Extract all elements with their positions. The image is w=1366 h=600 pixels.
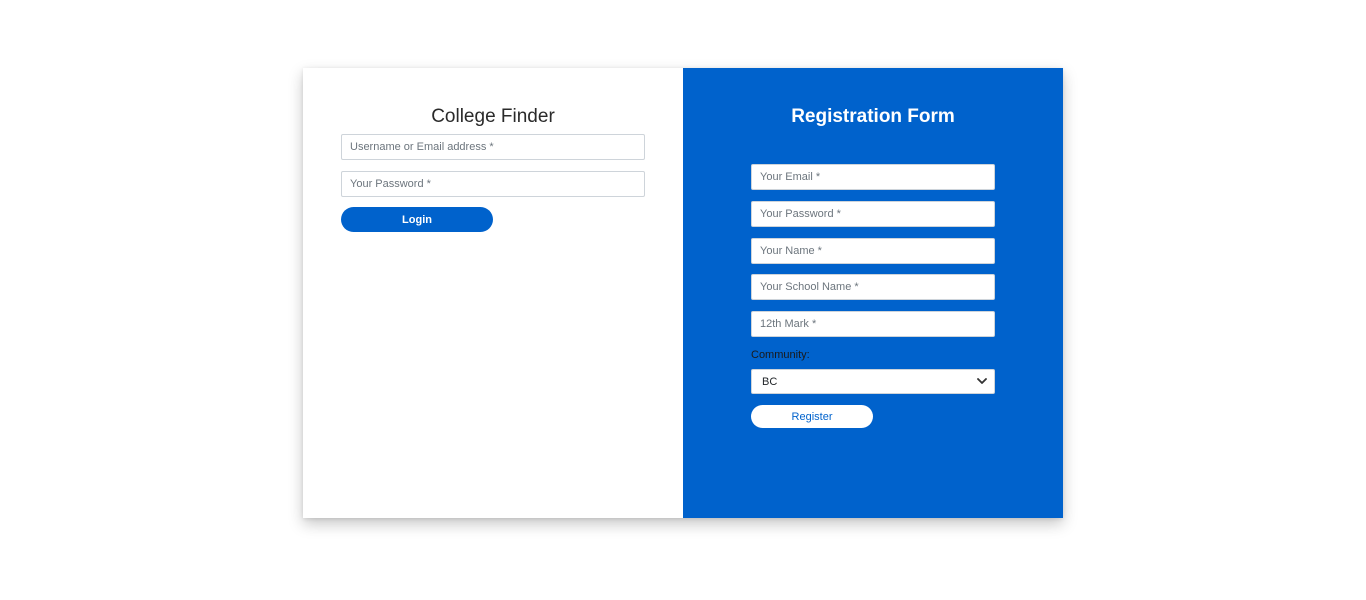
community-label: Community: [751, 349, 810, 361]
register-button[interactable]: Register [751, 405, 873, 428]
login-button[interactable]: Login [341, 207, 493, 232]
name-input[interactable] [751, 238, 995, 264]
registration-title: Registration Form [791, 106, 955, 127]
auth-card: College Finder Login Registration Form C… [303, 68, 1063, 518]
email-input[interactable] [751, 164, 995, 190]
login-title: College Finder [431, 106, 555, 127]
username-input[interactable] [341, 134, 645, 160]
school-name-input[interactable] [751, 274, 995, 300]
login-panel: College Finder Login [303, 68, 683, 518]
community-selected-value: BC [762, 376, 778, 388]
register-password-input[interactable] [751, 201, 995, 227]
community-select[interactable]: BC [751, 369, 995, 394]
chevron-down-icon [977, 378, 987, 384]
mark-input[interactable] [751, 311, 995, 337]
login-password-input[interactable] [341, 171, 645, 197]
registration-panel: Registration Form Community: BC Register [683, 68, 1063, 518]
